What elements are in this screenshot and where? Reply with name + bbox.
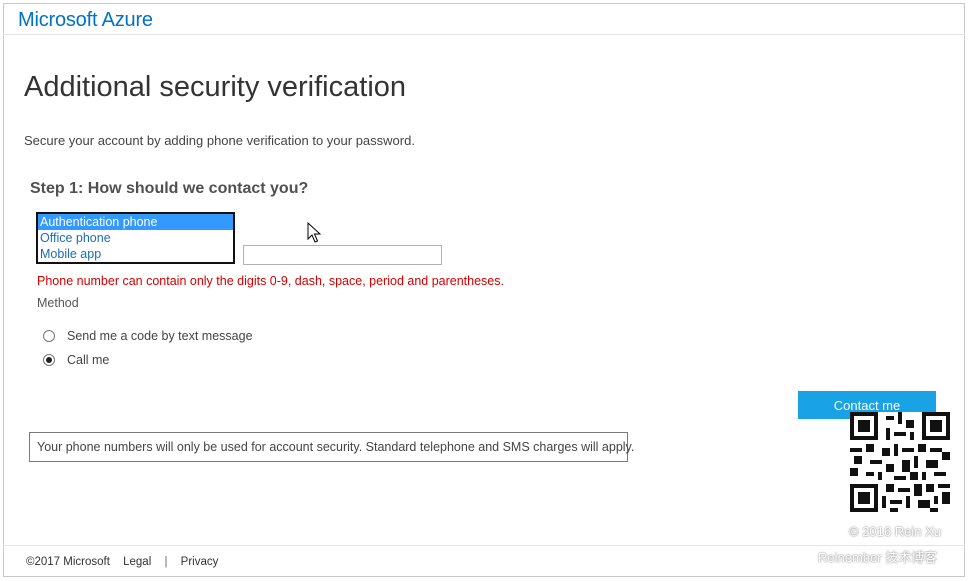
- option-office-phone[interactable]: Office phone: [38, 230, 233, 246]
- phone-error-message: Phone number can contain only the digits…: [37, 274, 504, 288]
- privacy-notice: Your phone numbers will only be used for…: [29, 432, 634, 462]
- radio-text-message-label: Send me a code by text message: [67, 329, 253, 343]
- page-subtitle: Secure your account by adding phone veri…: [24, 133, 415, 148]
- contact-method-select[interactable]: Authentication phone Office phone Mobile…: [36, 212, 235, 264]
- option-mobile-app[interactable]: Mobile app: [38, 246, 233, 262]
- phone-number-input[interactable]: [243, 245, 442, 265]
- radio-call-me[interactable]: [43, 354, 55, 366]
- footer-privacy-link[interactable]: Privacy: [181, 556, 219, 568]
- radio-text-message[interactable]: [43, 330, 55, 342]
- footer-divider: [3, 545, 965, 546]
- brand-logo[interactable]: Microsoft Azure: [18, 9, 153, 32]
- qr-code-icon: [850, 412, 950, 512]
- mouse-pointer-icon: [307, 222, 321, 243]
- page-title: Additional security verification: [24, 71, 407, 103]
- step1-heading: Step 1: How should we contact you?: [30, 180, 309, 197]
- option-authentication-phone[interactable]: Authentication phone: [38, 214, 233, 230]
- method-label: Method: [37, 296, 79, 310]
- header-divider: [3, 34, 965, 35]
- watermark-copyright: © 2016 Rein Xu: [849, 524, 941, 539]
- radio-call-me-label: Call me: [67, 353, 110, 367]
- footer-separator: |: [164, 556, 168, 568]
- footer-legal-link[interactable]: Legal: [123, 556, 151, 568]
- footer-copyright: ©2017 Microsoft: [26, 556, 110, 568]
- footer: ©2017 Microsoft Legal | Privacy: [26, 556, 228, 568]
- watermark-blog: Reinember 技术博客: [818, 550, 938, 565]
